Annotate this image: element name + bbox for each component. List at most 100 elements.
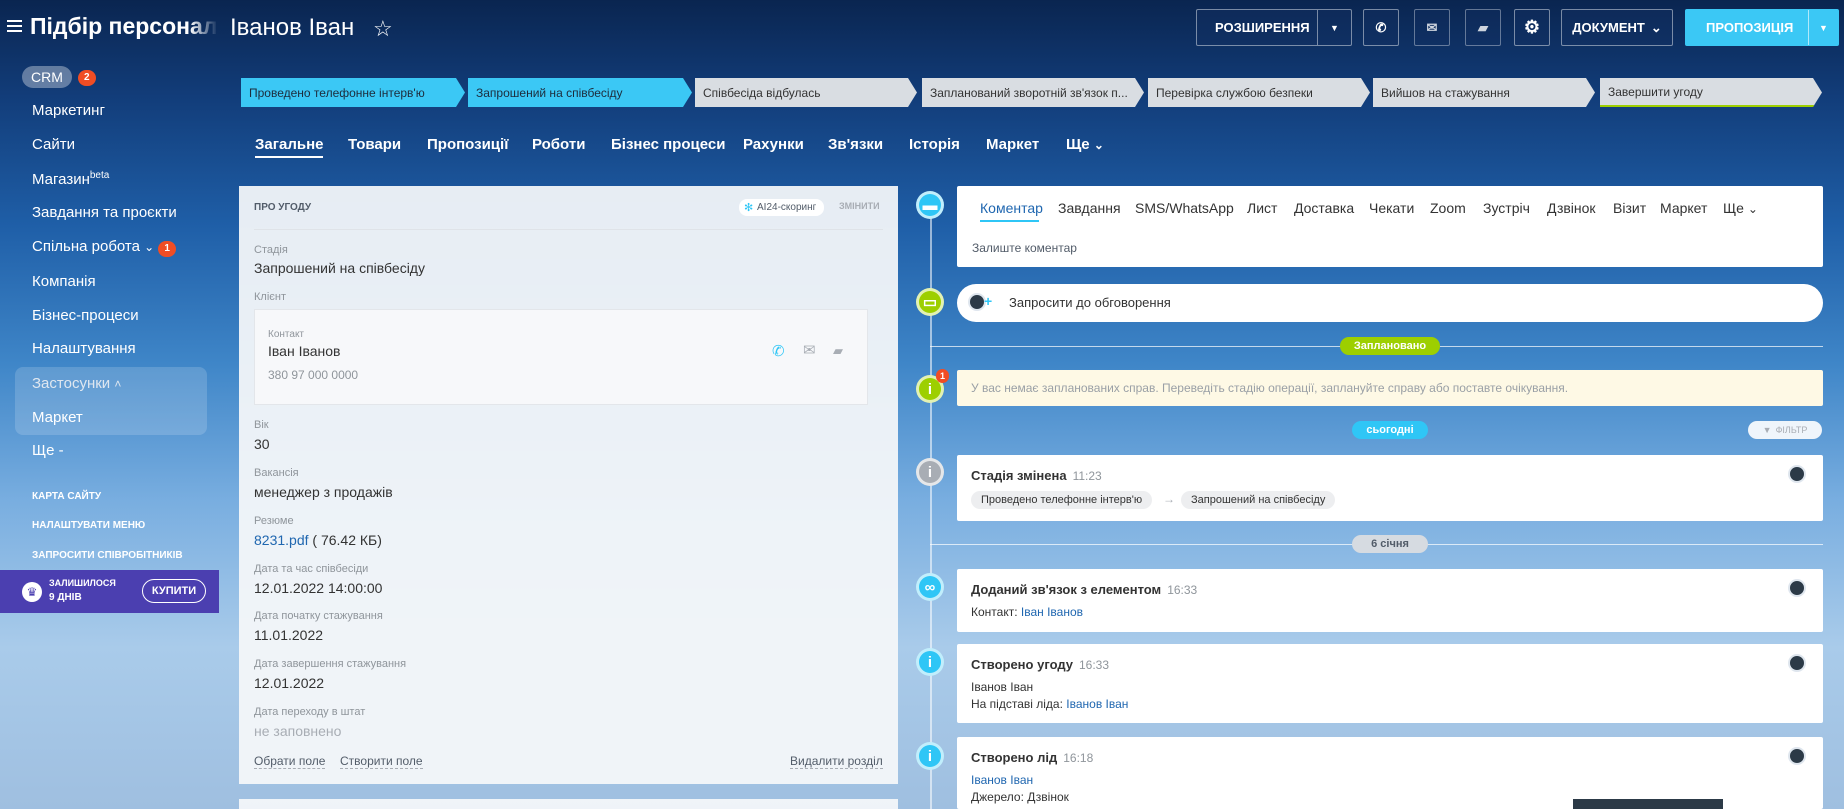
tab-market[interactable]: Маркет [986, 136, 1039, 153]
info-icon: i [916, 458, 944, 486]
gear-icon: ⚙ [1523, 17, 1541, 37]
activity-tab-zoom[interactable]: Zoom [1430, 200, 1466, 216]
sidebar-item-tasks[interactable]: Завдання та проєкти [32, 204, 177, 221]
sidebar-item-company[interactable]: Компанія [32, 273, 96, 290]
event-body: На підставі ліда: Іванов Іван [971, 697, 1128, 711]
lead-link[interactable]: Іванов Іван [1066, 697, 1128, 711]
avatar[interactable] [1788, 579, 1806, 597]
event-body: Контакт: Іван Іванов [971, 605, 1083, 619]
avatar[interactable] [1788, 747, 1806, 765]
sidebar-item-more[interactable]: Ще - [32, 442, 64, 459]
stage-to-chip: Запрошений на співбесіду [1181, 491, 1336, 509]
activity-tab-market[interactable]: Маркет [1660, 200, 1707, 216]
activity-tab-task[interactable]: Завдання [1058, 200, 1121, 216]
avatar[interactable] [1788, 654, 1806, 672]
chevron-down-icon: ⌄ [1747, 202, 1758, 216]
sidebar-item-bp[interactable]: Бізнес-процеси [32, 307, 139, 324]
menu-icon[interactable] [7, 20, 22, 32]
tab-products[interactable]: Товари [348, 136, 401, 153]
ai-scoring-button[interactable]: ✻ AI24-скоринг [739, 199, 825, 216]
stage-5[interactable]: Перевірка службою безпеки [1148, 78, 1370, 107]
tab-history[interactable]: Історія [909, 136, 960, 153]
event-time: 11:23 [1072, 469, 1102, 483]
about-heading: ПРО УГОДУ [254, 202, 312, 213]
filter-button[interactable]: ▼ ФІЛЬТР [1748, 421, 1822, 439]
vacancy-label: Вакансія [254, 467, 299, 479]
stage-3[interactable]: Співбесіда відбулась [695, 78, 917, 107]
intern-start-value: 11.01.2022 [254, 627, 324, 643]
activity-tab-email[interactable]: Лист [1247, 200, 1277, 216]
sidebar-item-settings[interactable]: Налаштування [32, 340, 136, 357]
activity-tab-visit[interactable]: Візит [1613, 200, 1646, 216]
activity-tab-sms[interactable]: SMS/WhatsApp [1135, 200, 1234, 216]
activity-tab-more[interactable]: Ще ⌄ [1723, 200, 1758, 216]
document-button[interactable]: ДОКУМЕНТ ⌄ [1561, 9, 1673, 46]
lead-source: Джерело: Дзвінок [971, 790, 1069, 804]
activity-tab-call[interactable]: Дзвінок [1547, 200, 1596, 216]
buy-button[interactable]: КУПИТИ [142, 579, 206, 603]
sidebar-item-market[interactable]: Маркет [32, 409, 83, 426]
extensions-button[interactable]: РОЗШИРЕННЯ ▼ [1196, 9, 1352, 46]
tab-more[interactable]: Ще ⌄ [1066, 136, 1104, 153]
proposal-button[interactable]: ПРОПОЗИЦІЯ ▼ [1685, 9, 1839, 46]
settings-button[interactable]: ⚙ [1514, 9, 1550, 46]
comment-input[interactable]: Залиште коментар [972, 241, 1077, 255]
phone-icon[interactable]: ✆ [772, 342, 785, 360]
stage-4[interactable]: Запланований зворотній зв'язок п... [922, 78, 1144, 107]
avatar[interactable] [1788, 465, 1806, 483]
chat-button[interactable]: ▰ [1465, 9, 1501, 46]
sitemap-link[interactable]: КАРТА САЙТУ [32, 491, 101, 502]
sidebar-item-marketing[interactable]: Маркетинг [32, 102, 105, 119]
resume-file-link[interactable]: 8231.pdf [254, 532, 309, 548]
create-field-link[interactable]: Створити поле [340, 754, 423, 769]
tab-bp[interactable]: Бізнес процеси [611, 136, 725, 153]
interview-label: Дата та час співбесіди [254, 563, 369, 575]
resume-value: 8231.pdf ( 76.42 КБ) [254, 532, 382, 548]
caret-down-icon[interactable]: ▼ [1317, 10, 1351, 45]
contact-name[interactable]: Іван Іванов [268, 343, 341, 359]
sidebar-item-crm[interactable]: CRM [22, 66, 72, 88]
invite-discussion[interactable]: + Запросити до обговорення [957, 284, 1823, 322]
trial-banner: ♛ ЗАЛИШИЛОСЯ 9 ДНІВ КУПИТИ [0, 570, 219, 613]
stage-value: Запрошений на співбесіду [254, 260, 425, 276]
activity-tab-wait[interactable]: Чекати [1369, 200, 1414, 216]
filter-label: ФІЛЬТР [1775, 425, 1808, 435]
tab-general[interactable]: Загальне [255, 136, 324, 158]
star-icon[interactable]: ☆ [373, 16, 393, 42]
shop-label: Магазин [32, 171, 90, 188]
sidebar-item-collab[interactable]: Спільна робота ⌄ 1 [32, 238, 176, 257]
sidebar-item-sites[interactable]: Сайти [32, 136, 75, 153]
tab-invoices[interactable]: Рахунки [743, 136, 804, 153]
event-title-text: Доданий зв'язок з елементом [971, 582, 1162, 597]
change-button[interactable]: ЗМІНИТИ [839, 201, 880, 211]
divider [254, 229, 883, 230]
no-tasks-card: У вас немає запланованих справ. Переведі… [957, 370, 1823, 406]
contact-link[interactable]: Іван Іванов [1021, 605, 1083, 619]
mail-button[interactable]: ✉ [1414, 9, 1450, 46]
stage-finish[interactable]: Завершити угоду [1600, 78, 1822, 107]
sidebar-item-apps[interactable]: Застосунки ˄ [32, 375, 121, 392]
lead-link[interactable]: Іванов Іван [971, 773, 1033, 787]
phone-button[interactable]: ✆ [1363, 9, 1399, 46]
tab-links[interactable]: Зв'язки [828, 136, 883, 153]
tab-works[interactable]: Роботи [532, 136, 585, 153]
tab-proposals[interactable]: Пропозиції [427, 136, 508, 153]
invite-link[interactable]: ЗАПРОСИТИ СПІВРОБІТНИКІВ [32, 550, 183, 561]
chevron-down-icon: ⌄ [1650, 19, 1662, 35]
customize-menu-link[interactable]: НАЛАШТУВАТИ МЕНЮ [32, 520, 145, 531]
beta-label: beta [89, 170, 110, 181]
stage-1[interactable]: Проведено телефонне інтерв'ю [241, 78, 465, 107]
delete-section-link[interactable]: Видалити розділ [790, 754, 883, 769]
info-icon: i [916, 648, 944, 676]
caret-down-icon[interactable]: ▼ [1808, 10, 1838, 45]
activity-tab-delivery[interactable]: Доставка [1294, 200, 1354, 216]
chat-icon[interactable]: ▰ [833, 343, 843, 359]
choose-field-link[interactable]: Обрати поле [254, 754, 326, 769]
activity-tab-comment[interactable]: Коментар [980, 200, 1043, 216]
stage-2[interactable]: Запрошений на співбесіду [468, 78, 692, 107]
mail-icon: ✉ [1426, 19, 1438, 35]
mail-icon[interactable]: ✉ [803, 341, 816, 359]
sidebar-item-shop[interactable]: Магазинbeta [32, 170, 109, 188]
stage-6[interactable]: Вийшов на стажування [1373, 78, 1595, 107]
activity-tab-meeting[interactable]: Зустріч [1483, 200, 1530, 216]
